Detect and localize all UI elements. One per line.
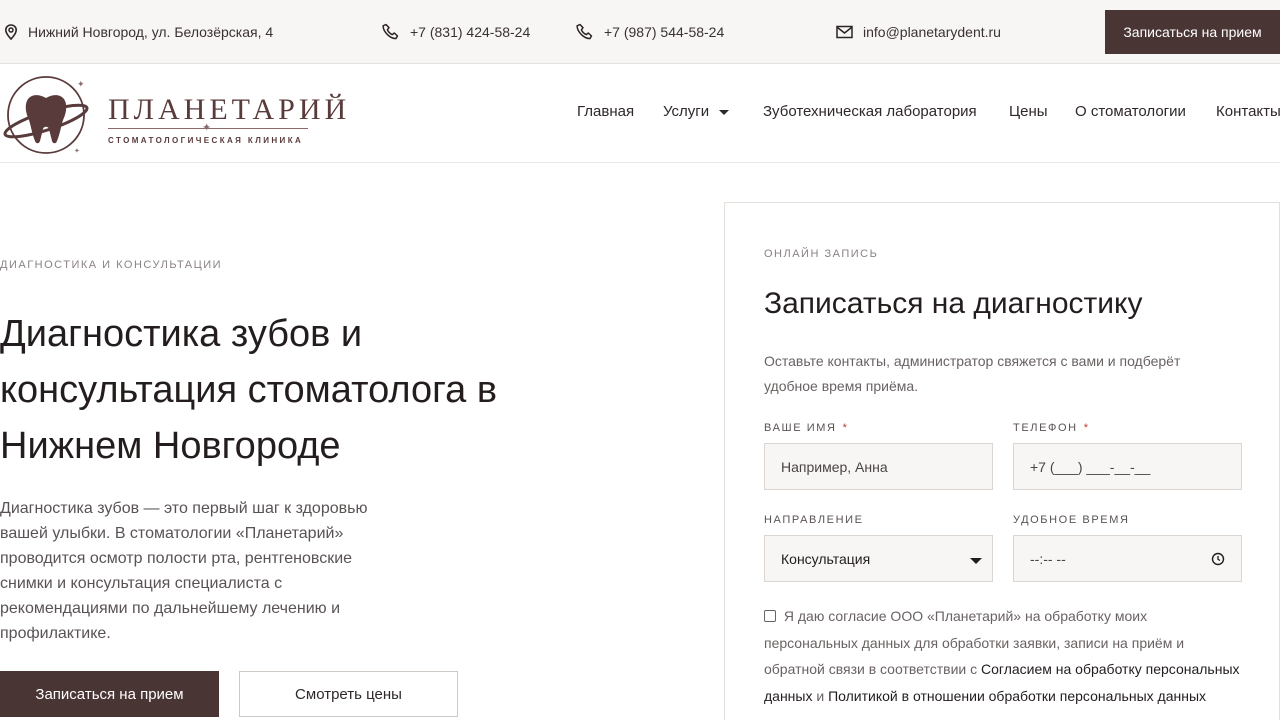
time-value: --:-- -- <box>1030 550 1066 567</box>
nav-item-prices[interactable]: Цены <box>1009 103 1048 120</box>
email-item[interactable]: info@planetarydent.ru <box>836 0 1001 64</box>
logo-star-icon: ✦ <box>202 122 212 134</box>
nav-item-services-label: Услуги <box>663 103 710 120</box>
mail-icon <box>836 25 853 39</box>
privacy-policy-link[interactable]: Политикой в отношении обработки персонал… <box>828 688 1206 704</box>
email-link[interactable]: info@planetarydent.ru <box>863 24 1001 40</box>
name-placeholder: Например, Анна <box>781 458 888 475</box>
address-text: Нижний Новгород, ул. Белозёрская, 4 <box>28 24 274 40</box>
logo-title: ПЛАНЕТАРИЙ <box>108 93 351 126</box>
form-description: Оставьте контакты, администратор свяжетс… <box>764 353 1181 394</box>
page-title: Диагностика зубов и консультация стомато… <box>0 313 498 467</box>
logo-subtitle: СТОМАТОЛОГИЧЕСКАЯ КЛИНИКА <box>108 136 304 145</box>
consent-checkbox[interactable] <box>764 610 776 622</box>
svg-text:✦: ✦ <box>77 79 85 89</box>
address-item: Нижний Новгород, ул. Белозёрская, 4 <box>4 0 273 64</box>
site-header: ✦ ✦ ПЛАНЕТАРИЙ ✦ СТОМАТОЛОГИЧЕСКАЯ КЛИНИ… <box>0 65 1280 163</box>
phone-input[interactable]: +7 (___) ___-__-__ <box>1013 443 1242 490</box>
time-input[interactable]: --:-- -- <box>1013 535 1242 582</box>
consent-and: и <box>816 687 825 704</box>
appointment-button[interactable]: Записаться на прием <box>0 671 219 717</box>
nav-item-home[interactable]: Главная <box>577 103 634 120</box>
tooth-logo-icon: ✦ ✦ <box>3 76 89 155</box>
phone-icon <box>576 23 593 40</box>
consent-block: Я даю согласие ООО «Планетарий» на обраб… <box>764 603 1244 709</box>
logo[interactable]: ✦ ✦ ПЛАНЕТАРИЙ ✦ СТОМАТОЛОГИЧЕСКАЯ КЛИНИ… <box>2 73 346 157</box>
form-eyebrow: ОНЛАЙН ЗАПИСЬ <box>764 248 879 260</box>
location-pin-icon <box>4 24 18 40</box>
hero-description: Диагностика зубов — это первый шаг к здо… <box>0 500 368 642</box>
top-bar: Нижний Новгород, ул. Белозёрская, 4 +7 (… <box>0 0 1280 64</box>
name-input[interactable]: Например, Анна <box>764 443 993 490</box>
phone-icon <box>382 23 399 40</box>
chevron-down-icon <box>970 558 982 564</box>
phone-placeholder: +7 (___) ___-__-__ <box>1030 458 1151 475</box>
name-label-text: ВАШЕ ИМЯ <box>764 422 837 434</box>
direction-select[interactable]: Консультация <box>764 535 993 582</box>
nav-item-contacts[interactable]: Контакты <box>1216 103 1280 120</box>
svg-text:✦: ✦ <box>74 147 80 155</box>
booking-form-card: ОНЛАЙН ЗАПИСЬ Записаться на диагностику … <box>724 202 1280 720</box>
phone-item-2[interactable]: +7 (987) 544-58-24 <box>576 0 724 64</box>
hero-eyebrow: ДИАГНОСТИКА И КОНСУЛЬТАЦИИ <box>0 259 223 271</box>
direction-label: НАПРАВЛЕНИЕ <box>764 514 864 526</box>
required-mark: * <box>842 422 849 434</box>
view-prices-button[interactable]: Смотреть цены <box>239 671 458 717</box>
clock-icon[interactable] <box>1211 552 1225 566</box>
form-title: Записаться на диагностику <box>764 287 1143 320</box>
time-label: УДОБНОЕ ВРЕМЯ <box>1013 514 1130 526</box>
required-mark: * <box>1083 422 1090 434</box>
phone-label: ТЕЛЕФОН * <box>1013 422 1090 434</box>
nav-item-services[interactable]: Услуги <box>663 103 730 120</box>
nav-item-about[interactable]: О стоматологии <box>1075 103 1186 120</box>
direction-value: Консультация <box>781 550 871 567</box>
phone-label-text: ТЕЛЕФОН <box>1013 422 1078 434</box>
phone-link-1[interactable]: +7 (831) 424-58-24 <box>410 24 530 40</box>
topbar-appointment-button[interactable]: Записаться на прием <box>1105 10 1280 54</box>
phone-link-2[interactable]: +7 (987) 544-58-24 <box>604 24 724 40</box>
nav-item-lab[interactable]: Зуботехническая лаборатория <box>763 103 977 120</box>
chevron-down-icon <box>719 109 730 115</box>
phone-item-1[interactable]: +7 (831) 424-58-24 <box>382 0 530 64</box>
name-label: ВАШЕ ИМЯ * <box>764 422 849 434</box>
